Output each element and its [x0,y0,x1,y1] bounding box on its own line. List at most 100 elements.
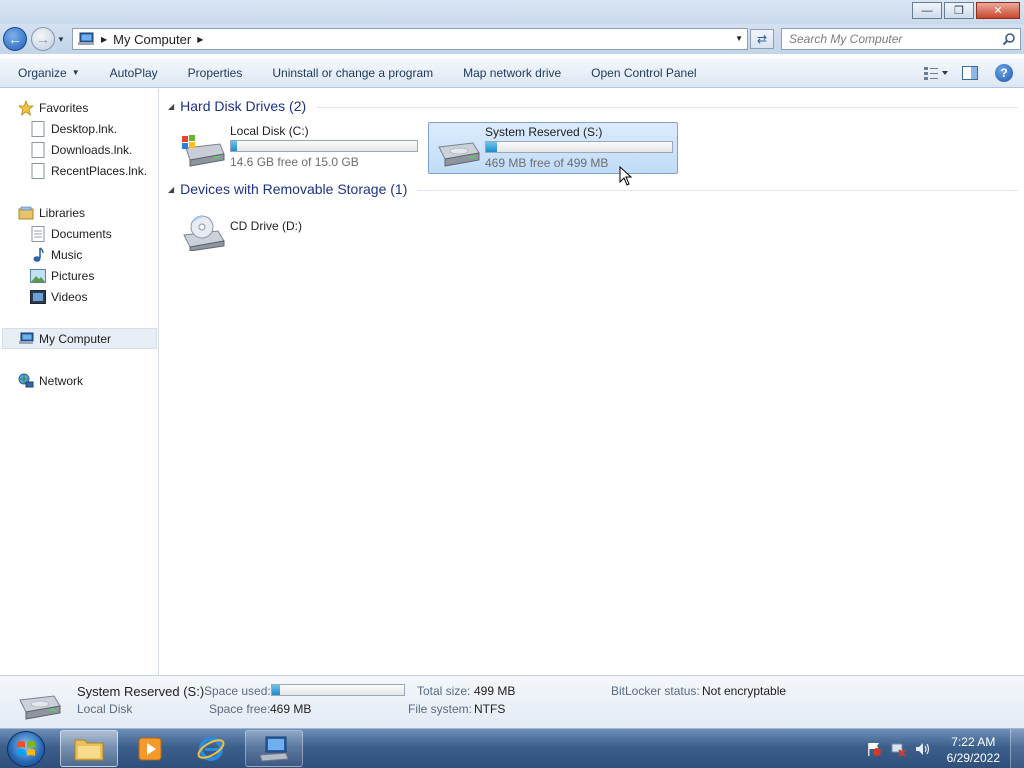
minimize-icon: — [921,4,933,17]
collapse-triangle-icon[interactable]: ◢ [168,185,174,194]
sidebar-item-network[interactable]: Network [18,370,83,391]
libraries-icon [18,205,34,221]
address-dropdown-icon[interactable]: ▼ [735,34,743,43]
close-button[interactable]: ✕ [976,2,1020,19]
clock-date: 6/29/2022 [946,751,1000,765]
recent-pages-dropdown[interactable]: ▼ [57,35,65,44]
forward-arrow-icon: → [36,31,50,47]
pictures-icon [30,268,46,284]
drive-item-cd-drive-d[interactable]: CD Drive (D:) [174,205,354,257]
chevron-down-icon: ▼ [71,68,80,77]
cd-drive-icon [183,215,225,251]
breadcrumb-separator[interactable]: ▶ [197,35,203,44]
taskbar-computer-button[interactable] [245,730,303,767]
group-header-hard-disk-drives[interactable]: ◢ Hard Disk Drives (2) [168,98,1018,114]
collapse-triangle-icon[interactable]: ◢ [168,102,174,111]
drive-name: System Reserved (S:) [485,125,603,139]
group-divider [316,106,1018,108]
open-control-panel-button[interactable]: Open Control Panel [576,61,711,85]
sidebar-item-downloads[interactable]: Downloads.lnk. [30,139,132,160]
star-icon [18,99,34,116]
sidebar-item-desktop[interactable]: Desktop.lnk. [30,118,117,139]
mouse-cursor-icon [619,166,633,186]
drive-usage-fill [231,141,237,151]
autoplay-button[interactable]: AutoPlay [95,61,173,85]
bitlocker-status-value: Not encryptable [702,684,787,698]
network-disconnected-icon[interactable] [890,741,906,757]
taskbar-media-player-button[interactable] [121,730,179,767]
details-drive-name: System Reserved (S:) [77,684,205,699]
restore-button[interactable]: ❐ [944,2,974,19]
show-desktop-button[interactable] [1010,729,1024,768]
minimize-button[interactable]: — [912,2,942,19]
sidebar-item-label: Documents [51,226,112,241]
back-button[interactable]: ← [3,27,27,51]
help-button[interactable]: ? [990,62,1018,84]
folder-icon [74,739,104,760]
preview-pane-icon [962,66,978,80]
sidebar-item-libraries[interactable]: Libraries [18,202,85,223]
sidebar-item-videos[interactable]: Videos [30,286,87,307]
search-input[interactable] [782,29,992,49]
hard-drive-icon [438,142,480,167]
group-title: Devices with Removable Storage (1) [180,181,408,197]
view-options-icon [924,67,948,80]
taskbar-internet-explorer-button[interactable] [182,730,240,767]
forward-button[interactable]: → [31,27,55,51]
breadcrumb-my-computer[interactable]: My Computer [113,32,191,47]
sidebar-item-pictures[interactable]: Pictures [30,265,94,286]
group-header-removable-storage[interactable]: ◢ Devices with Removable Storage (1) [168,181,1018,197]
document-icon [30,141,46,158]
sidebar-item-label: Favorites [39,100,89,115]
help-icon: ? [995,64,1013,82]
sidebar-item-my-computer[interactable]: My Computer [2,328,157,349]
sidebar-item-music[interactable]: Music [30,244,82,265]
organize-label: Organize [18,65,67,80]
sidebar-item-favorites[interactable]: Favorites [18,97,88,118]
bitlocker-status-label: BitLocker status: [611,684,700,698]
space-free-label: Space free: [209,702,271,716]
total-size-label: Total size: [417,684,471,698]
action-center-flag-icon[interactable] [866,741,882,757]
documents-icon [30,225,46,242]
hard-drive-icon [19,695,61,720]
computer-icon [78,32,94,45]
drive-name: Local Disk (C:) [230,124,309,138]
drive-item-local-disk-c[interactable]: Local Disk (C:) 14.6 GB free of 15.0 GB [174,122,422,174]
sidebar-item-documents[interactable]: Documents [30,223,112,244]
address-bar[interactable]: ▶ My Computer ▶ ▼ [72,28,748,50]
breadcrumb-separator[interactable]: ▶ [101,35,107,44]
volume-icon[interactable] [914,741,930,757]
uninstall-program-button[interactable]: Uninstall or change a program [257,61,448,85]
sidebar-item-label: Desktop.lnk. [51,121,118,136]
sidebar-item-label: Libraries [39,205,86,220]
details-pane: System Reserved (S:) Local Disk Space us… [0,675,1024,728]
back-arrow-icon: ← [8,31,22,47]
file-system-label: File system: [408,702,473,716]
preview-pane-button[interactable] [956,62,984,84]
sidebar-item-label: RecentPlaces.lnk. [51,163,148,178]
drive-item-system-reserved-s[interactable]: System Reserved (S:) 469 MB free of 499 … [428,122,678,174]
properties-button[interactable]: Properties [173,61,258,85]
taskbar-explorer-button[interactable] [60,730,118,767]
space-used-label: Space used: [204,684,271,698]
search-icon[interactable] [1002,32,1016,46]
sidebar-item-label: Downloads.lnk. [51,142,133,157]
document-icon [30,162,46,179]
navigation-bar: ← → ▼ ▶ My Computer ▶ ▼ ⇄ [0,24,1024,54]
refresh-button[interactable]: ⇄ [750,29,774,49]
clock[interactable]: 7:22 AM 6/29/2022 [947,734,1000,766]
taskbar: 7:22 AM 6/29/2022 [0,728,1024,768]
videos-icon [30,289,46,305]
search-box[interactable] [781,28,1021,50]
space-used-fill [272,685,280,695]
computer-icon [18,331,34,347]
sidebar-item-recentplaces[interactable]: RecentPlaces.lnk. [30,160,147,181]
change-view-button[interactable] [922,62,950,84]
start-button[interactable] [7,731,45,767]
window-controls: — ❐ ✕ [912,2,1020,19]
group-title: Hard Disk Drives (2) [180,98,307,114]
organize-menu[interactable]: Organize ▼ [0,61,95,85]
map-network-drive-button[interactable]: Map network drive [448,61,576,85]
restore-icon: ❐ [954,5,964,17]
